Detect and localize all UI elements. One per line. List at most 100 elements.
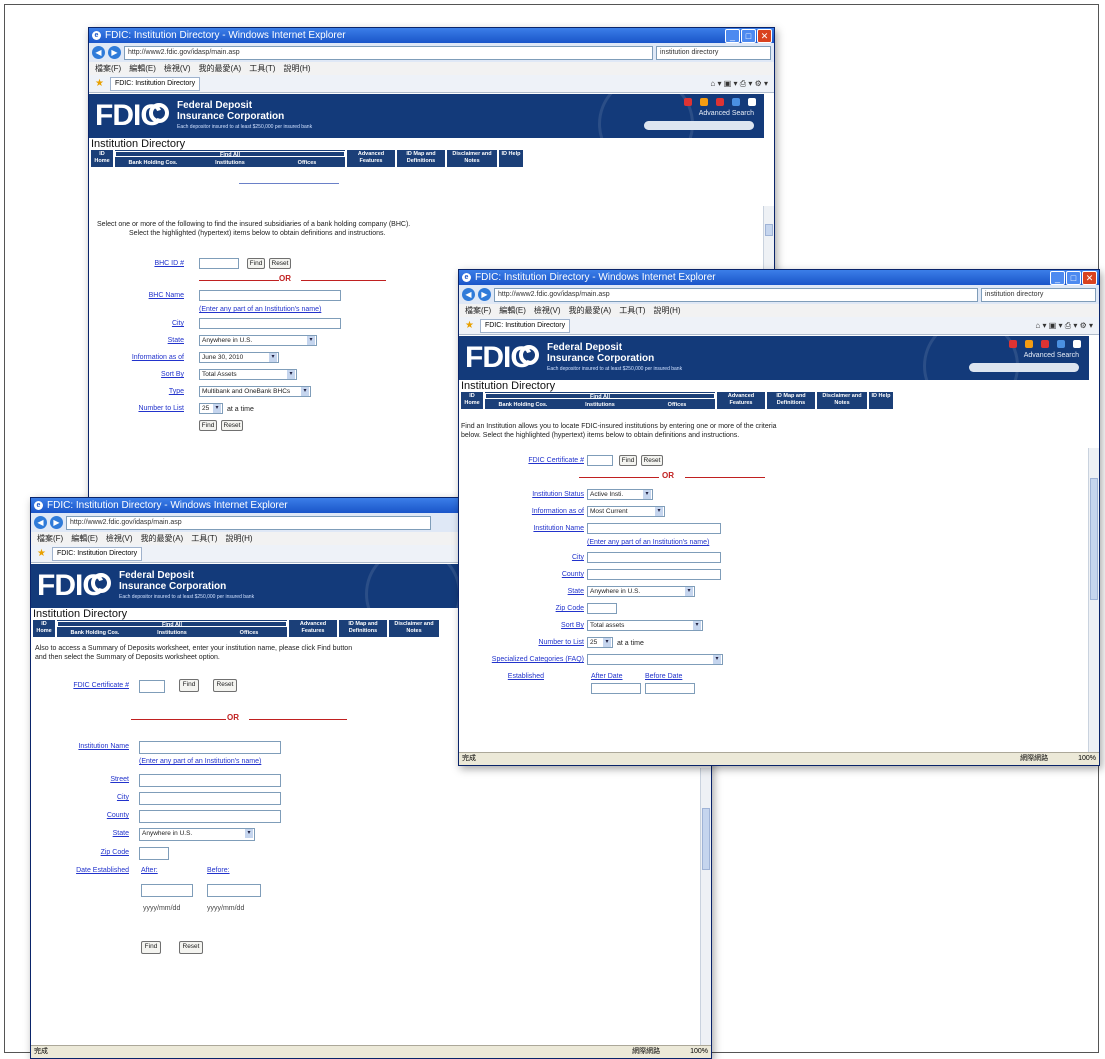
city-label[interactable]: City	[172, 320, 184, 327]
nav-id-home[interactable]: ID Home	[91, 150, 113, 167]
sort-by-label[interactable]: Sort By	[161, 371, 184, 378]
nav-idmap[interactable]: ID Map and Definitions	[339, 620, 387, 637]
info-as-of-select[interactable]: June 30, 2010	[199, 352, 279, 363]
menu-help[interactable]: 說明(H)	[653, 304, 680, 317]
sort-by-select[interactable]: Total Assets	[199, 369, 297, 380]
reset-button[interactable]: Reset	[641, 455, 663, 466]
menu-favorites[interactable]: 我的最愛(A)	[569, 304, 612, 317]
back-button[interactable]: ◀	[34, 516, 47, 529]
command-bar[interactable]: ⌂ ▾ ▣ ▾ ⎙ ▾ ⚙ ▾	[1035, 321, 1093, 331]
menu-edit[interactable]: 編輯(E)	[71, 532, 98, 545]
after-date-input[interactable]	[141, 884, 193, 897]
zip-label[interactable]: Zip Code	[556, 605, 584, 612]
nav-idmap[interactable]: ID Map and Definitions	[397, 150, 445, 167]
type-select[interactable]: Multibank and OneBank BHCs	[199, 386, 311, 397]
status-label[interactable]: Institution Status	[532, 491, 584, 498]
find-button[interactable]: Find	[619, 455, 637, 466]
county-input[interactable]	[139, 810, 281, 823]
reset-button[interactable]: Reset	[213, 679, 237, 692]
vertical-scrollbar[interactable]	[700, 768, 711, 1045]
favorites-star-icon[interactable]: ★	[37, 548, 46, 559]
state-select[interactable]: Anywhere in U.S.	[139, 828, 255, 841]
before-date-input[interactable]	[207, 884, 261, 897]
zoom-indicator[interactable]: 100%	[1078, 753, 1096, 765]
back-button[interactable]: ◀	[92, 46, 105, 59]
partial-name-hint[interactable]: (Enter any part of an Institution's name…	[199, 306, 321, 313]
special-categories-label[interactable]: Specialized Categories (FAQ)	[492, 656, 584, 663]
cert-input[interactable]	[139, 680, 165, 693]
advanced-search-link[interactable]: Advanced Search	[699, 110, 754, 117]
forward-button[interactable]: ▶	[478, 288, 491, 301]
menu-file[interactable]: 檔案(F)	[465, 304, 491, 317]
nav-bhc[interactable]: Bank Holding Cos.	[57, 628, 133, 637]
bhc-id-label[interactable]: BHC ID #	[154, 260, 184, 267]
bhc-id-input[interactable]	[199, 258, 239, 269]
nav-institutions[interactable]: Institutions	[192, 158, 268, 167]
date-established-label[interactable]: Date Established	[76, 867, 129, 874]
city-input[interactable]	[139, 792, 281, 805]
nav-institutions[interactable]: Institutions	[562, 400, 638, 409]
menu-file[interactable]: 檔案(F)	[95, 62, 121, 75]
status-select[interactable]: Active Insti.	[587, 489, 653, 500]
menu-file[interactable]: 檔案(F)	[37, 532, 63, 545]
state-select[interactable]: Anywhere in U.S.	[199, 335, 317, 346]
state-select[interactable]: Anywhere in U.S.	[587, 586, 695, 597]
menu-tools[interactable]: 工具(T)	[619, 304, 645, 317]
zip-input[interactable]	[587, 603, 617, 614]
name-input[interactable]	[587, 523, 721, 534]
city-label[interactable]: City	[572, 554, 584, 561]
zip-input[interactable]	[139, 847, 169, 860]
nav-advanced[interactable]: Advanced Features	[347, 150, 395, 167]
menu-edit[interactable]: 編輯(E)	[499, 304, 526, 317]
forward-button[interactable]: ▶	[108, 46, 121, 59]
url-input[interactable]: http://www2.fdic.gov/idasp/main.asp	[124, 45, 653, 60]
advanced-search-link[interactable]: Advanced Search	[1024, 352, 1079, 359]
maximize-button[interactable]: □	[741, 29, 756, 43]
search-input[interactable]: institution directory	[656, 45, 771, 60]
close-button[interactable]: ✕	[757, 29, 772, 43]
maximize-button[interactable]: □	[1066, 271, 1081, 285]
nav-bhc[interactable]: Bank Holding Cos.	[485, 400, 561, 409]
special-categories-select[interactable]	[587, 654, 723, 665]
menu-favorites[interactable]: 我的最愛(A)	[199, 62, 242, 75]
vertical-scrollbar[interactable]	[1088, 448, 1099, 752]
sort-by-select[interactable]: Total assets	[587, 620, 703, 631]
after-date-input[interactable]	[591, 683, 641, 694]
site-search-input[interactable]	[644, 121, 754, 130]
browser-tab[interactable]: FDIC: Institution Directory	[479, 318, 571, 333]
info-as-of-label[interactable]: Information as of	[132, 354, 184, 361]
nav-offices[interactable]: Offices	[269, 158, 345, 167]
cert-input[interactable]	[587, 455, 613, 466]
zoom-indicator[interactable]: 100%	[690, 1046, 708, 1058]
browser-tab[interactable]: FDIC: Institution Directory	[51, 546, 143, 561]
forward-button[interactable]: ▶	[50, 516, 63, 529]
bhc-name-label[interactable]: BHC Name	[149, 292, 184, 299]
url-input[interactable]: http://www2.fdic.gov/idasp/main.asp	[66, 515, 431, 530]
before-label[interactable]: Before:	[207, 867, 230, 874]
favorites-star-icon[interactable]: ★	[465, 320, 474, 331]
cert-label[interactable]: FDIC Certificate #	[528, 457, 584, 464]
nav-bhc[interactable]: Bank Holding Cos.	[115, 158, 191, 167]
nav-institutions[interactable]: Institutions	[134, 628, 210, 637]
county-label[interactable]: County	[562, 571, 584, 578]
nav-id-home[interactable]: ID Home	[33, 620, 55, 637]
nav-id-home[interactable]: ID Home	[461, 392, 483, 409]
menu-tools[interactable]: 工具(T)	[249, 62, 275, 75]
partial-name-hint[interactable]: (Enter any part of an Institution's name…	[587, 539, 709, 546]
bhc-name-input[interactable]	[199, 290, 341, 301]
cert-label[interactable]: FDIC Certificate #	[73, 682, 129, 689]
menu-favorites[interactable]: 我的最愛(A)	[141, 532, 184, 545]
city-input[interactable]	[587, 552, 721, 563]
info-as-of-select[interactable]: Most Current	[587, 506, 665, 517]
nav-disclaimer[interactable]: Disclaimer and Notes	[817, 392, 867, 409]
menu-help[interactable]: 說明(H)	[225, 532, 252, 545]
find-button[interactable]: Find	[179, 679, 199, 692]
menu-view[interactable]: 檢視(V)	[106, 532, 133, 545]
find-button-bottom[interactable]: Find	[141, 941, 161, 954]
reset-button[interactable]: Reset	[269, 258, 291, 269]
nav-idmap[interactable]: ID Map and Definitions	[767, 392, 815, 409]
zip-label[interactable]: Zip Code	[101, 849, 129, 856]
street-input[interactable]	[139, 774, 281, 787]
street-label[interactable]: Street	[110, 776, 129, 783]
state-label[interactable]: State	[168, 337, 184, 344]
